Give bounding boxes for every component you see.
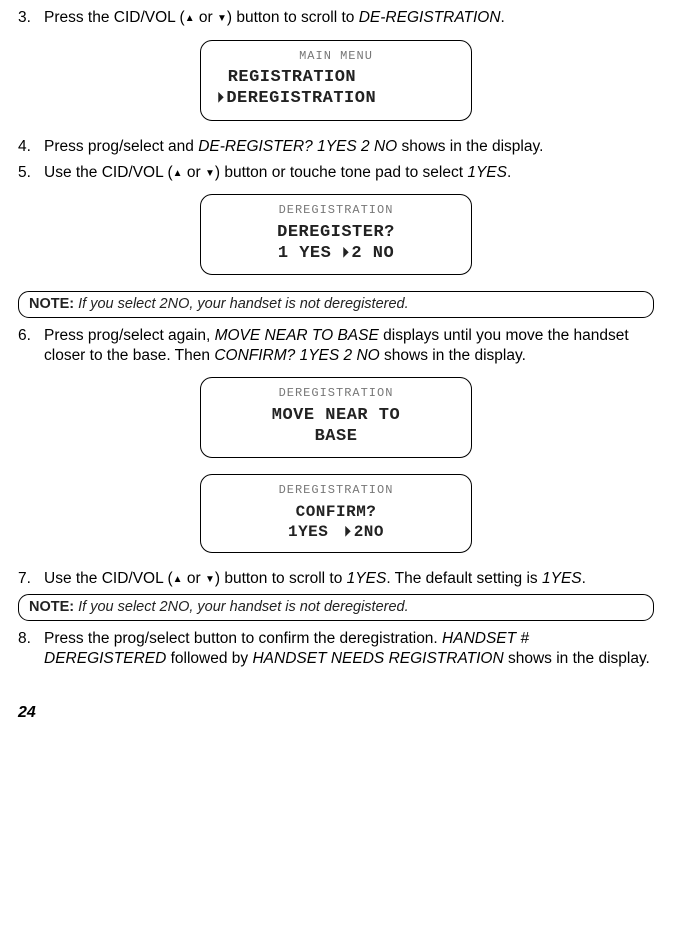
triangle-up-icon: ▲ (185, 13, 195, 24)
step-3: 3. Press the CID/VOL (▲ or ▼) button to … (18, 8, 654, 28)
step-5: 5. Use the CID/VOL (▲ or ▼) button or to… (18, 163, 654, 183)
screen-title: MAIN MENU (211, 49, 461, 64)
cursor-icon: ▶ (343, 242, 349, 265)
step-number: 4. (18, 137, 44, 157)
screen-line: DEREGISTER? (211, 222, 461, 243)
t: or (183, 570, 205, 587)
t: DE-REGISTRATION (359, 9, 501, 26)
t: or (183, 164, 205, 181)
t: MOVE NEAR TO BASE (215, 327, 379, 344)
t: Press prog/select and (44, 138, 198, 155)
screen-title: DEREGISTRATION (211, 386, 461, 401)
step-number: 7. (18, 569, 44, 589)
screen-line: REGISTRATION (211, 67, 461, 88)
lcd-screen-confirm: DEREGISTRATION CONFIRM? 1YES ▶2NO (200, 474, 472, 552)
t: 1YES (542, 570, 582, 587)
triangle-down-icon: ▼ (217, 13, 227, 24)
t: If you select (74, 296, 159, 312)
t: followed by (166, 650, 252, 667)
t: 1YES (288, 522, 328, 542)
lcd-screen-deregister: DEREGISTRATION DEREGISTER? 1 YES ▶2 NO (200, 194, 472, 275)
cursor-icon: ▶ (346, 520, 352, 543)
step-number: 3. (18, 8, 44, 28)
t: shows in the display. (380, 347, 526, 364)
step-8: 8. Press the prog/select button to confi… (18, 629, 654, 669)
t: 1YES (347, 570, 387, 587)
step-text: Press prog/select and DE-REGISTER? 1YES … (44, 137, 654, 157)
t: ) button to scroll to (227, 9, 359, 26)
t: or (195, 9, 217, 26)
t: ) button to scroll to (215, 570, 347, 587)
lcd-screen-move-near: DEREGISTRATION MOVE NEAR TO BASE (200, 377, 472, 458)
screen-title: DEREGISTRATION (211, 483, 461, 498)
t: 2NO (354, 523, 384, 541)
t: . (582, 570, 586, 587)
t: . The default setting is (386, 570, 542, 587)
screen-line: ▶DEREGISTRATION (211, 88, 461, 109)
page-number: 24 (18, 703, 654, 723)
t: ) button or touche tone pad to select (215, 164, 467, 181)
step-text: Press the prog/select button to confirm … (44, 629, 654, 669)
t: Press prog/select again, (44, 327, 215, 344)
screen-line: 1 YES ▶2 NO (211, 243, 461, 264)
screen-line: MOVE NEAR TO (211, 405, 461, 426)
step-text: Use the CID/VOL (▲ or ▼) button or touch… (44, 163, 654, 183)
t: ▶2NO (344, 522, 384, 542)
step-text: Press prog/select again, MOVE NEAR TO BA… (44, 326, 654, 366)
note-box: NOTE: If you select 2NO, your handset is… (18, 291, 654, 318)
t: 2NO (160, 296, 190, 312)
t: HANDSET NEEDS REGISTRATION (252, 650, 503, 667)
triangle-up-icon: ▲ (173, 168, 183, 179)
t: 1YES (467, 164, 507, 181)
step-4: 4. Press prog/select and DE-REGISTER? 1Y… (18, 137, 654, 157)
t: DE-REGISTER? 1YES 2 NO (198, 138, 397, 155)
t: 1 YES (278, 244, 342, 263)
triangle-down-icon: ▼ (205, 574, 215, 585)
step-text: Use the CID/VOL (▲ or ▼) button to scrol… (44, 569, 654, 589)
step-number: 6. (18, 326, 44, 366)
t: . (501, 9, 505, 26)
t: If you select (74, 599, 159, 615)
screen-line: CONFIRM? (211, 502, 461, 522)
step-6: 6. Press prog/select again, MOVE NEAR TO… (18, 326, 654, 366)
step-number: 8. (18, 629, 44, 669)
step-7: 7. Use the CID/VOL (▲ or ▼) button to sc… (18, 569, 654, 589)
t: CONFIRM? 1YES 2 NO (214, 347, 379, 364)
note-label: NOTE: (29, 599, 74, 615)
t: Press the CID/VOL ( (44, 9, 185, 26)
screen-title: DEREGISTRATION (211, 203, 461, 218)
t: , your handset is not deregistered. (189, 296, 408, 312)
lcd-screen-main-menu: MAIN MENU REGISTRATION ▶DEREGISTRATION (200, 40, 472, 121)
triangle-up-icon: ▲ (173, 574, 183, 585)
note-box: NOTE: If you select 2NO, your handset is… (18, 594, 654, 621)
t: , your handset is not deregistered. (189, 599, 408, 615)
note-label: NOTE: (29, 296, 74, 312)
triangle-down-icon: ▼ (205, 168, 215, 179)
screen-line: 1YES ▶2NO (211, 522, 461, 542)
t: shows in the display. (504, 650, 650, 667)
t: Use the CID/VOL ( (44, 570, 173, 587)
t: 2NO (160, 599, 190, 615)
cursor-icon: ▶ (218, 87, 224, 110)
screen-line: BASE (211, 426, 461, 447)
t: DEREGISTRATION (226, 89, 376, 108)
t: Use the CID/VOL ( (44, 164, 173, 181)
t: shows in the display. (397, 138, 543, 155)
t: . (507, 164, 511, 181)
step-number: 5. (18, 163, 44, 183)
t: Press the prog/select button to confirm … (44, 630, 442, 647)
t: 2 NO (351, 244, 394, 263)
step-text: Press the CID/VOL (▲ or ▼) button to scr… (44, 8, 654, 28)
